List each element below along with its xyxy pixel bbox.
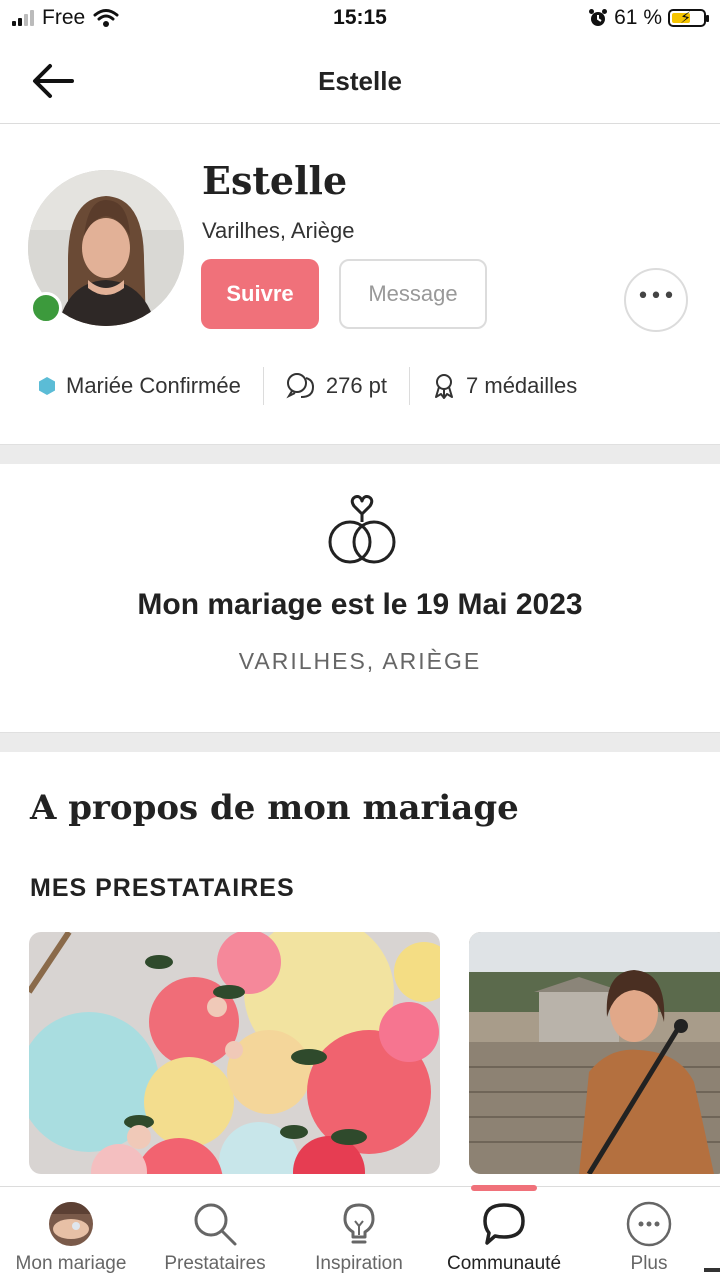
tab-prestataires[interactable]: Prestataires	[142, 1187, 288, 1280]
about-section: A propos de mon mariage MES PRESTATAIRES	[0, 752, 720, 1186]
provider-card-singer[interactable]	[469, 932, 720, 1174]
bottom-tab-bar: Mon mariage Prestataires Inspiration Com…	[0, 1185, 720, 1280]
stat-divider	[409, 367, 411, 405]
chat-bubbles-icon	[286, 373, 314, 399]
stat-divider	[262, 367, 264, 405]
profile-location: Varilhes, Ariège	[202, 218, 355, 243]
online-status-dot	[30, 292, 62, 324]
hexagon-badge-icon	[39, 377, 55, 395]
follow-button[interactable]: Suivre	[201, 259, 319, 329]
provider-card-balloons[interactable]	[29, 932, 440, 1174]
tab-label: Plus	[630, 1253, 668, 1274]
stat-medals-label: 7 médailles	[466, 373, 578, 398]
profile-stats: Mariée Confirmée 276 pt 7 médailles	[38, 366, 577, 406]
providers-heading: MES PRESTATAIRES	[30, 874, 295, 902]
home-indicator	[704, 1268, 720, 1272]
tab-label: Inspiration	[315, 1253, 403, 1274]
stat-status: Mariée Confirmée	[38, 373, 241, 399]
back-button[interactable]	[26, 56, 82, 106]
tab-mon-mariage[interactable]: Mon mariage	[0, 1187, 142, 1280]
back-arrow-icon	[33, 64, 74, 98]
more-options-button[interactable]: •••	[624, 268, 688, 332]
stat-status-label: Mariée Confirmée	[66, 373, 241, 398]
about-title: A propos de mon mariage	[30, 788, 519, 828]
tab-plus[interactable]: Plus	[578, 1187, 720, 1280]
profile-header: Estelle Varilhes, Ariège Suivre Message …	[0, 124, 720, 444]
alarm-clock-icon	[589, 9, 608, 26]
stat-points-label: 276 pt	[325, 373, 388, 398]
section-divider	[0, 444, 720, 464]
wedding-date: Mon mariage est le 19 Mai 2023	[137, 588, 583, 621]
avatar-container	[28, 170, 184, 326]
status-right: 61 % ⚡	[588, 6, 709, 30]
tab-label: Prestataires	[164, 1253, 266, 1274]
wedding-rings-icon	[328, 495, 396, 564]
message-button[interactable]: Message	[339, 259, 487, 329]
speech-bubble-icon	[479, 1199, 529, 1249]
medal-icon	[435, 374, 454, 399]
section-divider	[0, 732, 720, 752]
wifi-icon	[93, 9, 119, 27]
balloons-photo	[29, 932, 440, 1174]
battery-percent: 61 %	[614, 6, 662, 29]
tab-label: Communauté	[446, 1253, 562, 1274]
carrier-name: Free	[42, 6, 86, 29]
wedding-avatar-icon	[46, 1199, 96, 1249]
lightbulb-icon	[334, 1199, 384, 1249]
profile-name: Estelle	[202, 158, 348, 203]
status-left: Free	[12, 6, 119, 30]
search-icon	[190, 1199, 240, 1249]
stat-medals[interactable]: 7 médailles	[432, 373, 577, 399]
more-icon	[624, 1199, 674, 1249]
nav-bar: Estelle	[0, 40, 720, 124]
page-title: Estelle	[318, 66, 402, 96]
battery-icon: ⚡	[668, 9, 709, 27]
wedding-location: VARILHES, ARIÈGE	[238, 648, 482, 674]
singer-photo	[469, 932, 720, 1174]
stat-points[interactable]: 276 pt	[286, 372, 387, 400]
status-bar: Free 15:15 61 % ⚡	[0, 0, 720, 40]
tab-label: Mon mariage	[15, 1253, 127, 1274]
tab-inspiration[interactable]: Inspiration	[288, 1187, 430, 1280]
cell-signal-icon	[12, 10, 34, 26]
charging-bolt-icon: ⚡	[680, 10, 692, 27]
tab-communaute[interactable]: Communauté	[430, 1187, 578, 1280]
wedding-date-card: Mon mariage est le 19 Mai 2023 VARILHES,…	[0, 464, 720, 732]
